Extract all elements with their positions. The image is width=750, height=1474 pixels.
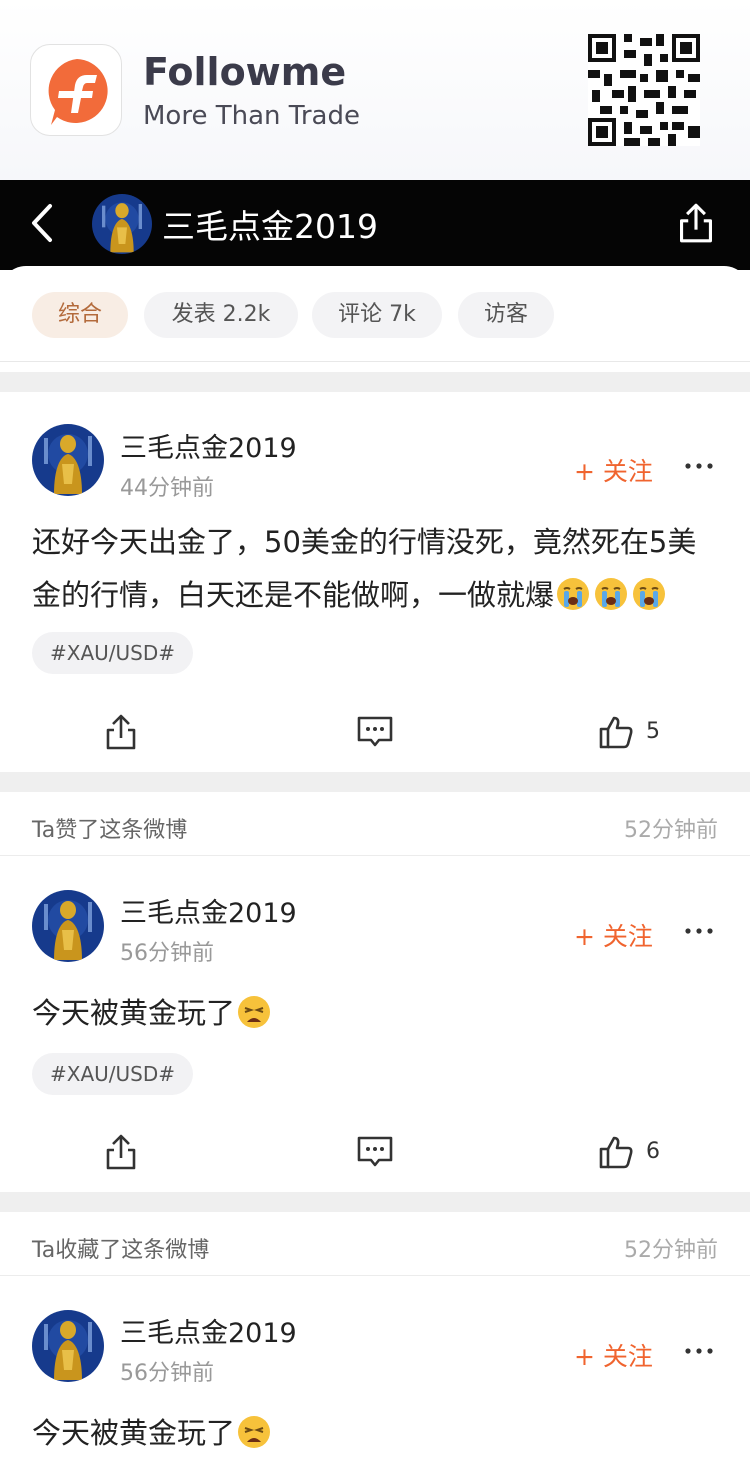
- crying-face-icon: [594, 577, 628, 611]
- topic-tag[interactable]: #XAU/USD#: [32, 632, 194, 674]
- post-time: 56分钟前: [120, 941, 214, 966]
- crying-face-icon: [556, 577, 590, 611]
- share-icon[interactable]: [676, 200, 716, 246]
- profile-header: 三毛点金2019: [0, 180, 750, 270]
- post-text-line: 还好今天出金了，50美金的行情没死，竟然死在5美: [32, 525, 697, 559]
- post-time: 44分钟前: [120, 476, 214, 501]
- comment-icon[interactable]: [355, 1134, 395, 1170]
- app-name: Followme: [143, 50, 347, 94]
- post-card: 三毛点金2019 56分钟前 + 关注 今天被黄金玩了: [0, 1277, 750, 1474]
- app-download-banner: Followme More Than Trade: [0, 0, 750, 180]
- post-card: 三毛点金2019 44分钟前 + 关注 还好今天出金了，50美金的行情没死，竟然…: [0, 392, 750, 772]
- post-text: 今天被黄金玩了: [32, 996, 236, 1030]
- post-card: 三毛点金2019 56分钟前 + 关注 今天被黄金玩了 #XAU/USD# 6: [0, 857, 750, 1192]
- activity-time: 52分钟前: [624, 1238, 718, 1263]
- tab-visitors[interactable]: 访客: [458, 292, 554, 338]
- comment-icon[interactable]: [355, 714, 395, 750]
- tab-posts[interactable]: 发表 2.2k: [144, 292, 298, 338]
- activity-text: Ta收藏了这条微博: [32, 1238, 210, 1263]
- topic-tag[interactable]: #XAU/USD#: [32, 1053, 194, 1095]
- share-icon[interactable]: [103, 712, 139, 752]
- more-options-icon[interactable]: [684, 461, 714, 471]
- post-text-line-2: 金的行情，白天还是不能做啊，一做就爆: [32, 569, 722, 622]
- app-slogan: More Than Trade: [143, 101, 360, 131]
- qr-code-icon: [588, 34, 700, 146]
- activity-bar: Ta收藏了这条微博 52分钟前: [0, 1212, 750, 1276]
- like-icon[interactable]: [598, 1134, 634, 1170]
- activity-time: 52分钟前: [624, 818, 718, 843]
- weary-face-icon: [237, 995, 271, 1029]
- avatar[interactable]: [32, 424, 104, 496]
- more-options-icon[interactable]: [684, 926, 714, 936]
- followme-logo-icon[interactable]: [30, 44, 122, 136]
- avatar[interactable]: [92, 194, 152, 254]
- more-options-icon[interactable]: [684, 1346, 714, 1356]
- crying-face-icon: [632, 577, 666, 611]
- avatar[interactable]: [32, 1310, 104, 1382]
- follow-button[interactable]: + 关注: [574, 917, 653, 953]
- post-content[interactable]: 今天被黄金玩了: [32, 987, 722, 1040]
- post-content[interactable]: 今天被黄金玩了: [32, 1407, 722, 1460]
- section-divider: [0, 372, 750, 392]
- activity-bar: Ta赞了这条微博 52分钟前: [0, 792, 750, 856]
- activity-text: Ta赞了这条微博: [32, 818, 188, 843]
- post-content[interactable]: 还好今天出金了，50美金的行情没死，竟然死在5美 金的行情，白天还是不能做啊，一…: [32, 516, 722, 622]
- page-title: 三毛点金2019: [162, 207, 378, 246]
- tab-overview[interactable]: 综合: [32, 292, 128, 338]
- follow-button[interactable]: + 关注: [574, 1337, 653, 1373]
- share-icon[interactable]: [103, 1132, 139, 1172]
- weary-face-icon: [237, 1415, 271, 1449]
- author-name[interactable]: 三毛点金2019: [120, 1311, 297, 1350]
- section-divider: [0, 772, 750, 792]
- author-name[interactable]: 三毛点金2019: [120, 891, 297, 930]
- chevron-left-icon[interactable]: [24, 198, 64, 248]
- section-divider: [0, 1192, 750, 1212]
- post-time: 56分钟前: [120, 1361, 214, 1386]
- avatar[interactable]: [32, 890, 104, 962]
- like-count: 5: [646, 719, 660, 744]
- post-text: 今天被黄金玩了: [32, 1416, 236, 1450]
- tab-comments[interactable]: 评论 7k: [312, 292, 442, 338]
- follow-button[interactable]: + 关注: [574, 452, 653, 488]
- author-name[interactable]: 三毛点金2019: [120, 426, 297, 465]
- like-count: 6: [646, 1139, 660, 1164]
- tab-bar: 综合 发表 2.2k 评论 7k 访客: [0, 266, 750, 362]
- post-text-line: 金的行情，白天还是不能做啊，一做就爆: [32, 578, 555, 612]
- like-icon[interactable]: [598, 714, 634, 750]
